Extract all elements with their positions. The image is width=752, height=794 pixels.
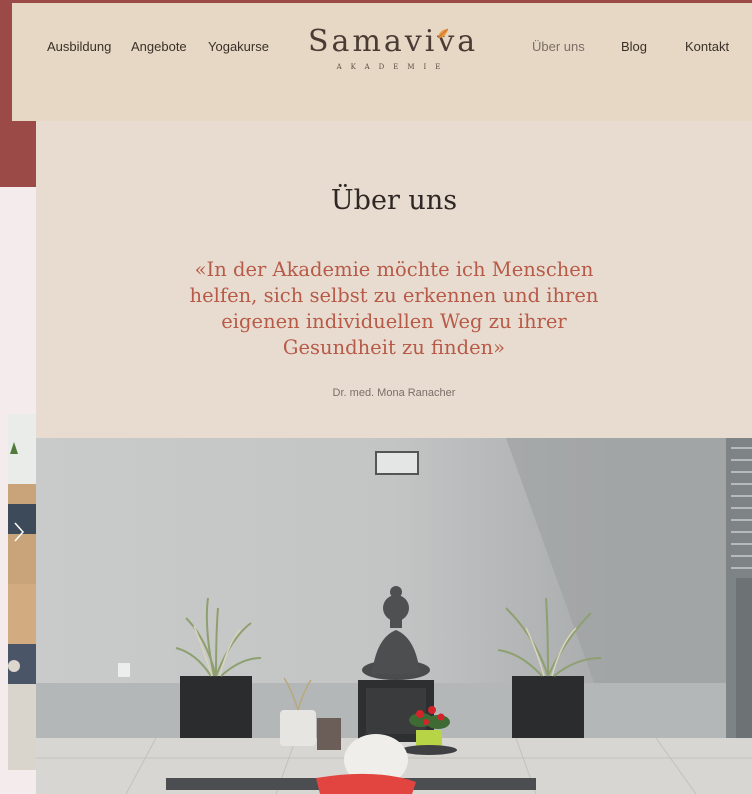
nav-ueber-uns[interactable]: Über uns (532, 39, 585, 54)
quote-text: «In der Akademie möchte ich Menschen hel… (189, 258, 599, 359)
intro-section: Über uns «In der Akademie möchte ich Men… (36, 121, 752, 438)
nav-kontakt[interactable]: Kontakt (685, 39, 729, 54)
nav-angebote[interactable]: Angebote (131, 39, 187, 54)
logo-wordmark: Samaviva (308, 24, 479, 59)
slider-image (8, 414, 36, 770)
logo-subtitle: AKADEMIE (336, 63, 450, 71)
quote-author: Dr. med. Mona Ranacher (332, 387, 456, 399)
site-header: Ausbildung Angebote Yogakurse Samaviva A… (12, 3, 752, 121)
page-title: Über uns (330, 185, 458, 216)
nav-blog[interactable]: Blog (621, 39, 647, 54)
nav-ausbildung[interactable]: Ausbildung (47, 39, 111, 54)
leaf-icon (437, 28, 449, 39)
nav-yogakurse[interactable]: Yogakurse (208, 39, 269, 54)
chevron-right-icon[interactable] (14, 522, 25, 546)
hero-image (36, 438, 752, 794)
site-logo[interactable]: Samaviva AKADEMIE (308, 25, 478, 81)
